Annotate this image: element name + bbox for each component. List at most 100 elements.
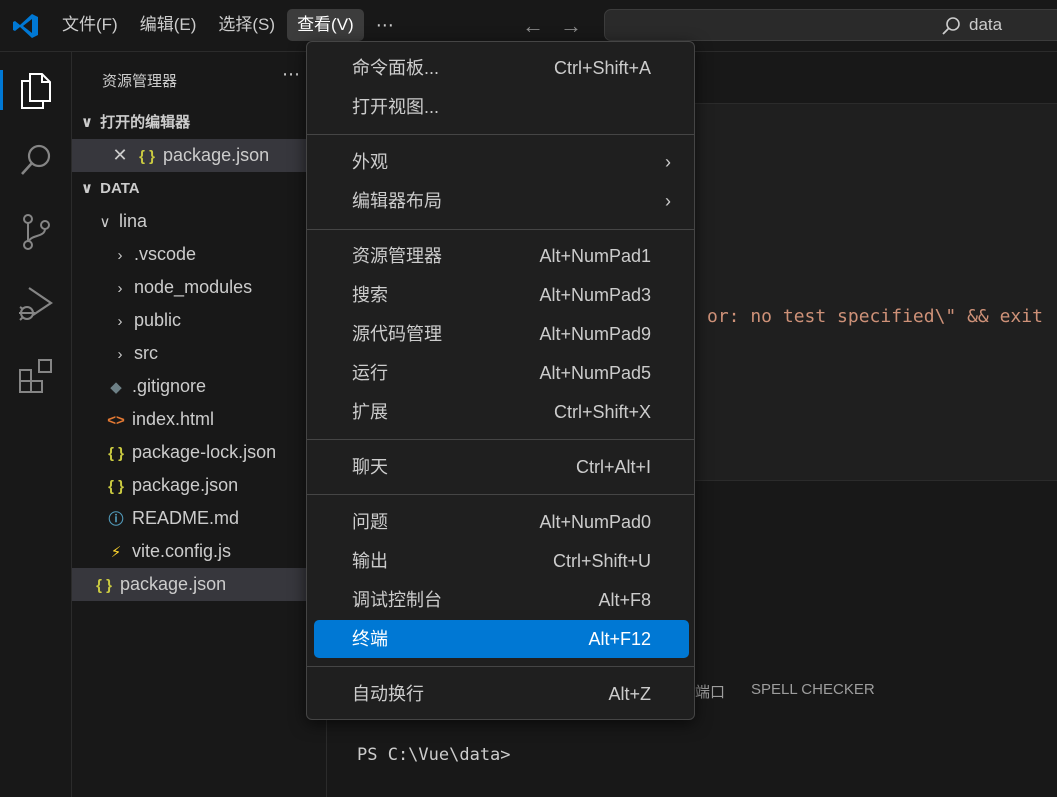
menu-item-run[interactable]: 运行 Alt+NumPad5 [314,354,689,392]
json-file-icon: { } [96,577,112,594]
tree-item-label: package.json [132,475,239,495]
menu-item-debug-console[interactable]: 调试控制台 Alt+F8 [314,581,689,619]
menu-item-word-wrap[interactable]: 自动换行 Alt+Z [314,675,689,713]
tree-item-gitignore[interactable]: ◆ .gitignore [72,370,327,403]
close-icon[interactable]: ✕ [109,139,131,172]
folder-label: lina [119,211,148,231]
sidebar-title: 资源管理器 [102,73,178,90]
code-line[interactable]: or: no test specified\" && exit [707,306,1043,327]
activity-bar [0,52,72,797]
menu-item-command-palette[interactable]: 命令面板... Ctrl+Shift+A [314,49,689,87]
menu-item-source-control[interactable]: 源代码管理 Alt+NumPad9 [314,315,689,353]
shortcut-text: Ctrl+Shift+A [553,58,651,78]
menu-file[interactable]: 文件(F) [52,9,128,41]
git-file-icon: ◆ [110,379,122,396]
menu-more-button[interactable]: ⋯ [366,9,402,41]
terminal-prompt[interactable]: PS C:\Vue\data> [357,745,511,765]
tab-ports[interactable]: 端口 [695,681,725,702]
shortcut-text: Ctrl+Alt+I [575,457,651,477]
workspace-label: DATA [100,180,140,197]
menu-item-search[interactable]: 搜索 Alt+NumPad3 [314,276,689,314]
open-editor-filename: package.json [163,145,270,165]
command-center-search[interactable]: data [604,9,1057,41]
menu-item-terminal[interactable]: 终端 Alt+F12 [314,620,689,658]
menu-edit[interactable]: 编辑(E) [130,9,207,41]
search-icon [942,17,960,35]
menu-view[interactable]: 查看(V) [287,9,364,41]
tree-item-label: README.md [132,508,240,528]
shortcut-text: Alt+NumPad3 [539,285,651,305]
tree-item-package-json[interactable]: { } package.json [72,469,327,502]
workspace-section[interactable]: ∨ DATA [72,172,327,205]
shortcut-text: Alt+NumPad1 [539,246,651,266]
back-arrow-icon[interactable]: ← [520,12,546,40]
vite-file-icon: ⚡ [110,544,122,561]
open-editors-label: 打开的编辑器 [100,114,191,131]
shortcut-text: Alt+Z [608,684,651,704]
forward-arrow-icon[interactable]: → [558,12,584,40]
menu-separator [307,229,694,230]
shortcut-text: Ctrl+Shift+X [553,402,651,422]
tree-item-label: public [134,310,182,330]
shortcut-text: Alt+NumPad5 [539,363,651,383]
tree-item-label: package.json [120,574,227,594]
chevron-right-icon: › [665,152,671,172]
info-file-icon: ⓘ [108,511,124,528]
menu-bar: 文件(F) 编辑(E) 选择(S) 查看(V) ⋯ [52,9,402,41]
menu-item-explorer[interactable]: 资源管理器 Alt+NumPad1 [314,237,689,275]
json-file-icon: { } [108,445,124,462]
tree-item-index-html[interactable]: <> index.html [72,403,327,436]
chevron-right-icon: › [117,346,123,363]
tree-item-public[interactable]: › public [72,304,327,337]
tree-item-label: package-lock.json [132,442,277,462]
menu-item-problems[interactable]: 问题 Alt+NumPad0 [314,503,689,541]
tree-item-label: .vscode [134,244,197,264]
explorer-icon[interactable] [0,62,72,118]
tree-item-label: index.html [132,409,215,429]
tree-item-label: node_modules [134,277,253,297]
chevron-down-icon: ∨ [99,214,111,231]
sidebar-more-button[interactable]: ⋯ [282,64,301,85]
tree-item-vscode[interactable]: › .vscode [72,238,327,271]
explorer-sidebar: 资源管理器 ⋯ ∨ 打开的编辑器 ✕ { } package.json ∨ DA… [72,52,327,797]
run-debug-icon[interactable] [0,276,72,332]
menu-item-extensions[interactable]: 扩展 Ctrl+Shift+X [314,393,689,431]
source-control-icon[interactable] [0,204,72,260]
tree-item-root-package-json[interactable]: { } package.json [72,568,327,601]
shortcut-text: Ctrl+Shift+U [552,551,651,571]
tree-item-label: vite.config.js [132,541,232,561]
menu-item-editor-layout[interactable]: 编辑器布局 › [314,182,689,220]
menu-separator [307,494,694,495]
vscode-logo-icon [13,14,38,38]
extensions-icon[interactable] [0,348,72,404]
open-editors-section[interactable]: ∨ 打开的编辑器 [72,106,327,139]
menu-separator [307,134,694,135]
menu-item-chat[interactable]: 聊天 Ctrl+Alt+I [314,448,689,486]
chevron-down-icon: ∨ [80,114,94,131]
menu-separator [307,666,694,667]
open-editor-item[interactable]: ✕ { } package.json [72,139,327,172]
menu-selection[interactable]: 选择(S) [208,9,285,41]
tree-item-vite-config[interactable]: ⚡ vite.config.js [72,535,327,568]
tree-item-label: src [134,343,159,363]
shortcut-text: Alt+F8 [598,590,651,610]
command-center-text: data [969,15,1003,34]
menu-item-output[interactable]: 输出 Ctrl+Shift+U [314,542,689,580]
search-icon[interactable] [0,132,72,188]
chevron-right-icon: › [665,191,671,211]
json-file-icon: { } [108,478,124,495]
tree-item-node-modules[interactable]: › node_modules [72,271,327,304]
menu-item-appearance[interactable]: 外观 › [314,143,689,181]
menu-item-open-view[interactable]: 打开视图... [314,88,689,126]
shortcut-text: Alt+NumPad9 [539,324,651,344]
folder-lina[interactable]: ∨ lina [72,205,327,238]
view-menu-dropdown: 命令面板... Ctrl+Shift+A 打开视图... 外观 › 编辑器布局 … [306,41,695,720]
tree-item-readme[interactable]: ⓘ README.md [72,502,327,535]
tree-item-package-lock[interactable]: { } package-lock.json [72,436,327,469]
shortcut-text: Alt+NumPad0 [539,512,651,532]
chevron-right-icon: › [117,313,123,330]
menu-separator [307,439,694,440]
tree-item-label: .gitignore [132,376,207,396]
tab-spell-checker[interactable]: SPELL CHECKER [751,681,875,698]
tree-item-src[interactable]: › src [72,337,327,370]
